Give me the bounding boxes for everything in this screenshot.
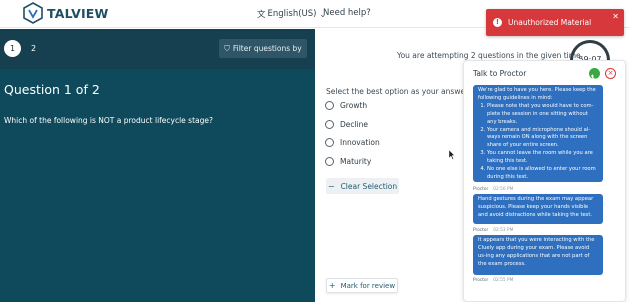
question-nav-1[interactable]: 1 xyxy=(4,40,21,57)
message-meta: Proctor 02:53 PM xyxy=(473,228,513,233)
chat-message-hand-gestures: Hand gestures during the exam may appear… xyxy=(473,194,603,224)
option-maturity[interactable]: Maturity xyxy=(325,157,371,166)
question-navigator: 1 2 ⛉ Filter questions by xyxy=(0,29,315,69)
help-link[interactable]: Need help? xyxy=(323,8,371,18)
question-nav-2[interactable]: 2 xyxy=(25,40,42,57)
close-icon[interactable]: ✕ xyxy=(612,12,619,21)
brand-name: TALVIEW xyxy=(47,5,109,21)
option-label: Decline xyxy=(340,120,369,129)
guidelines-list: Please note that you would have to com-p… xyxy=(478,103,598,182)
message-meta: Proctor 02:50 PM xyxy=(473,187,513,192)
option-label: Growth xyxy=(340,101,368,110)
language-label: English(US) xyxy=(267,9,317,19)
unauthorized-material-toast: ! Unauthorized Material ✕ xyxy=(486,9,624,36)
radio-button[interactable] xyxy=(325,101,334,110)
option-decline[interactable]: Decline xyxy=(325,120,368,129)
filter-icon: ⛉ xyxy=(224,43,230,53)
mark-for-review-label: Mark for review xyxy=(340,281,396,290)
radio-button[interactable] xyxy=(325,157,334,166)
filter-label: Filter questions by xyxy=(232,44,302,53)
phone-glyph-icon xyxy=(591,74,598,81)
radio-button[interactable] xyxy=(325,138,334,147)
message-sender: Proctor xyxy=(473,187,489,192)
proctor-chat-panel: Talk to Proctor × We're glad to have you… xyxy=(463,60,626,302)
option-label: Maturity xyxy=(340,157,372,166)
phone-icon[interactable] xyxy=(589,68,600,81)
plus-icon: + xyxy=(328,281,336,290)
question-text: Which of the following is NOT a product … xyxy=(4,116,213,125)
attempt-info: You are attempting 2 questions in the gi… xyxy=(397,51,584,60)
filter-questions-button[interactable]: ⛉ Filter questions by xyxy=(219,39,307,58)
option-label: Innovation xyxy=(340,138,380,147)
chat-title: Talk to Proctor xyxy=(473,69,527,78)
chat-message-guidelines: We're glad to have you here. Please keep… xyxy=(473,85,603,182)
message-meta: Proctor 02:55 PM xyxy=(473,278,513,283)
language-selector[interactable]: 文 English(US) ⌄ xyxy=(257,8,326,20)
message-time: 02:55 PM xyxy=(493,278,514,283)
option-innovation[interactable]: Innovation xyxy=(325,138,380,147)
message-intro: We're glad to have you here. Please keep… xyxy=(478,87,596,101)
guideline-item: You cannot leave the room while you are … xyxy=(487,150,598,166)
toast-message: Unauthorized Material xyxy=(508,18,592,27)
end-chat-icon[interactable]: × xyxy=(605,68,616,79)
chat-header: Talk to Proctor × xyxy=(464,61,625,85)
answer-instruction: Select the best option as your answer. xyxy=(326,87,470,96)
guideline-item: No one else is allowed to enter your roo… xyxy=(487,166,598,182)
radio-button[interactable] xyxy=(325,120,334,129)
question-panel: 1 2 ⛉ Filter questions by Question 1 of … xyxy=(0,29,315,302)
talview-logo-icon xyxy=(23,2,43,24)
message-sender: Proctor xyxy=(473,278,489,283)
alert-icon: ! xyxy=(493,18,502,27)
message-sender: Proctor xyxy=(473,228,489,233)
message-time: 02:50 PM xyxy=(493,187,514,192)
talview-logo: TALVIEW xyxy=(22,2,109,24)
minus-icon: − xyxy=(327,181,335,191)
message-time: 02:53 PM xyxy=(493,228,514,233)
option-growth[interactable]: Growth xyxy=(325,101,367,110)
guideline-item: Your camera and microphone should al-way… xyxy=(487,127,598,151)
mark-for-review-button[interactable]: + Mark for review xyxy=(326,278,398,293)
question-title: Question 1 of 2 xyxy=(4,82,100,97)
guideline-item: Please note that you would have to com-p… xyxy=(487,103,598,127)
translate-icon: 文 xyxy=(257,10,266,20)
clear-selection-button[interactable]: − Clear Selection xyxy=(326,178,399,194)
chat-message-unauthorized-app: It appears that you were interacting wit… xyxy=(473,235,603,275)
clear-selection-label: Clear Selection xyxy=(340,181,398,191)
mouse-cursor-icon xyxy=(449,150,455,160)
exam-page: TALVIEW 文 English(US) ⌄ Need help? 1 2 ⛉… xyxy=(0,0,630,302)
